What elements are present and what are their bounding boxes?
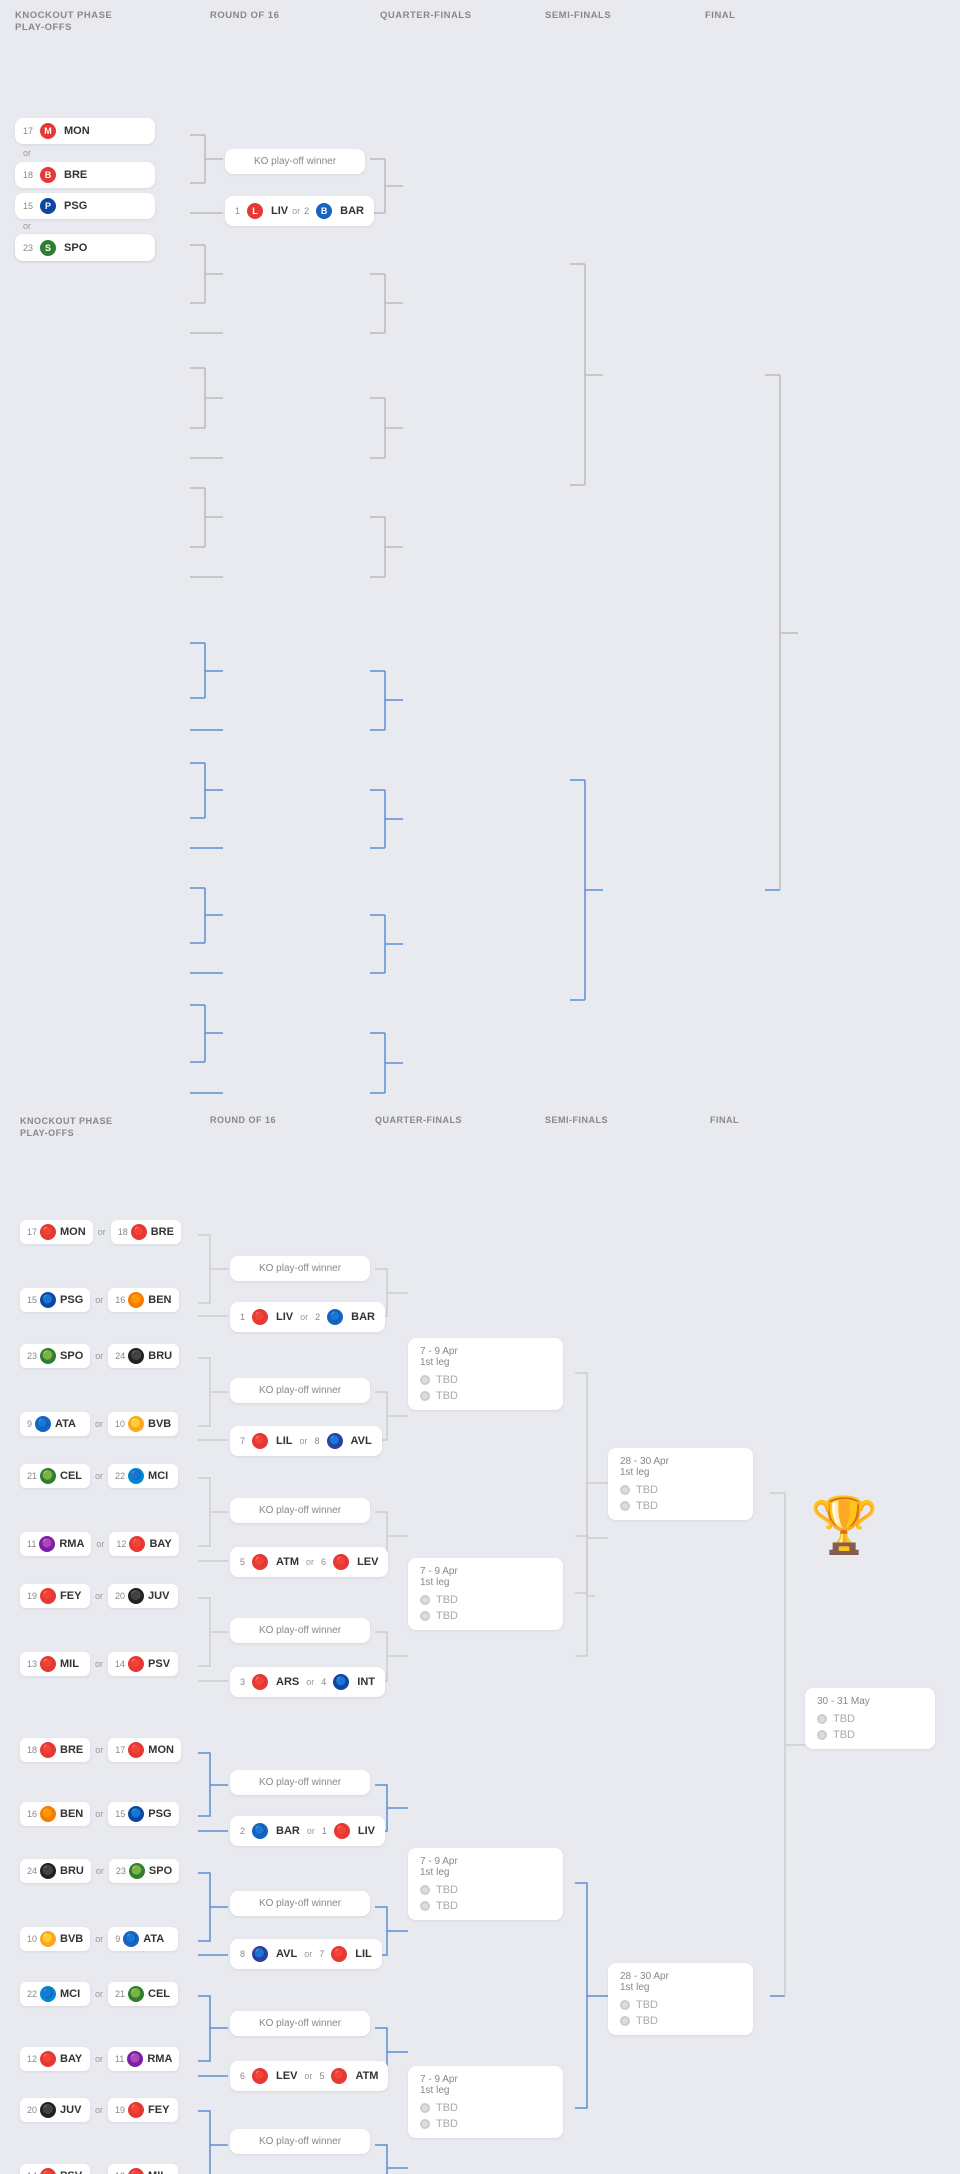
bre-logo: B [40,167,56,183]
ko-row-5: 21 🟢 CEL or 22 🔵 MCI [20,1464,178,1488]
final-box: 30 - 31 May TBD TBD [805,1688,935,1749]
ko-row-6: 11 🟣 RMA or 12 🔴 BAY [20,1532,179,1556]
sf-box-1: 28 - 30 Apr1st leg TBD TBD [608,1448,753,1520]
bko-row-1: 18 🔴 BRE or 17 🔴 MON [20,1738,181,1762]
team-psg: PSG [64,200,87,212]
qf-box-1: 7 - 9 Apr1st leg TBD TBD [408,1338,563,1410]
r16-ko-winner-1: KO play-off winner [230,1256,370,1281]
headers-row: KNOCKOUT PHASEPLAY-OFFS ROUND OF 16 QUAR… [20,1115,945,1140]
header-r16: ROUND OF 16 [200,10,370,35]
header-sf: SEMI-FINALS [535,10,695,35]
team-mon: MON [64,125,90,137]
ko-row-4: 9 🔵 ATA or 10 🟡 BVB [20,1412,178,1436]
ko-row-2: 15 🔵 PSG or 16 🟠 BEN [20,1288,179,1312]
bracket-wrapper: 17 M MON or 18 B BRE 15 [10,45,950,1110]
team-liv: LIV [271,205,288,217]
r16-ko-winner-1: KO play-off winner [225,149,365,174]
br16-ko-winner-3: KO play-off winner [230,2011,370,2036]
bko-row-4: 10 🟡 BVB or 9 🔵 ATA [20,1927,178,1951]
bko-row-7: 20 ⚫ JUV or 19 🔴 FEY [20,2098,178,2122]
bko-row-3: 24 ⚫ BRU or 23 🟢 SPO [20,1859,179,1883]
bko-row-8: 14 🔴 PSV or 13 🔴 MIL [20,2164,178,2174]
r16-ars-int: 3 🔴 ARS or 4 🔵 INT [230,1667,385,1697]
ko-matchup-3: 23 S SPO [15,235,155,261]
team-spo: SPO [64,242,87,254]
header-final: FINAL [695,10,835,35]
br16-ko-winner-4: KO play-off winner [230,2129,370,2154]
br16-avl-lil: 8 🔵 AVL or 7 🔴 LIL [230,1939,382,1969]
header-qf: QUARTER-FINALS [370,10,535,35]
r16-ko-winner-2: KO play-off winner [230,1378,370,1403]
ko-matchup-1b: or [15,148,39,158]
br16-bar-liv: 2 🔵 BAR or 1 🔴 LIV [230,1816,385,1846]
r16-liv-bar: 1 L LIV or 2 B BAR [225,196,374,226]
bsf-box-1: 28 - 30 Apr1st leg TBD TBD [608,1963,753,2035]
qf-box-2: 7 - 9 Apr1st leg TBD TBD [408,1558,563,1630]
liv-logo: L [247,203,263,219]
bracket-body: 17 🔴 MON or 18 🔴 BRE 15 🔵 PSG or 16 🟠 [15,1148,950,2174]
psg-logo: P [40,198,56,214]
bqf-box-2: 7 - 9 Apr1st leg TBD TBD [408,2066,563,2138]
br16-ko-winner-1: KO play-off winner [230,1770,370,1795]
r16-ko-winner-4: KO play-off winner [230,1618,370,1643]
bko-row-2: 16 🟠 BEN or 15 🔵 PSG [20,1802,179,1826]
main-bracket: KNOCKOUT PHASEPLAY-OFFS ROUND OF 16 QUAR… [10,1110,950,2174]
ko-row-1: 17 🔴 MON or 18 🔴 BRE [20,1220,181,1244]
bko-row-6: 12 🔴 BAY or 11 🟣 RMA [20,2047,179,2071]
ko-matchup-1: 17 M MON [15,118,155,144]
spo-logo: S [40,240,56,256]
ko-row-3: 23 🟢 SPO or 24 ⚫ BRU [20,1344,179,1368]
ko-matchup-2: 15 P PSG [15,193,155,219]
br16-lev-atm: 6 🔴 LEV or 5 🔴 ATM [230,2061,388,2091]
ko-row-7: 19 🔴 FEY or 20 ⚫ JUV [20,1584,178,1608]
team-bar: BAR [340,205,364,217]
br16-ko-winner-2: KO play-off winner [230,1891,370,1916]
team-bre: BRE [64,169,87,181]
ko-matchup-1c: 18 B BRE [15,162,155,188]
bqf-box-1: 7 - 9 Apr1st leg TBD TBD [408,1848,563,1920]
header-ko: KNOCKOUT PHASEPLAY-OFFS [15,10,200,35]
bracket-container: KNOCKOUT PHASEPLAY-OFFS ROUND OF 16 QUAR… [10,10,950,1110]
r16-ko-winner-3: KO play-off winner [230,1498,370,1523]
r16-atm-lev: 5 🔴 ATM or 6 🔴 LEV [230,1547,388,1577]
r16-lil-avl: 7 🔴 LIL or 8 🔵 AVL [230,1426,382,1456]
stage-headers: KNOCKOUT PHASEPLAY-OFFS ROUND OF 16 QUAR… [10,10,950,35]
mon-logo: M [40,123,56,139]
ko-row-8: 13 🔴 MIL or 14 🔴 PSV [20,1652,178,1676]
bar-logo: B [316,203,332,219]
r16-liv-bar: 1 🔴 LIV or 2 🔵 BAR [230,1302,385,1332]
bko-row-5: 22 🔵 MCI or 21 🟢 CEL [20,1982,178,2006]
trophy: 🏆 [810,1498,878,1553]
